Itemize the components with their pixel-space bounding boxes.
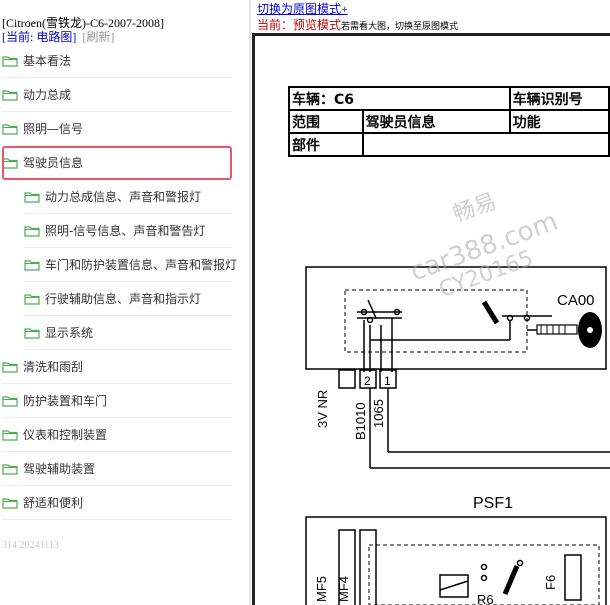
panel-divider[interactable]: [249, 0, 251, 605]
tree-node[interactable]: 动力总成: [2, 78, 232, 112]
folder-icon: [24, 191, 40, 203]
b1010-label: B1010: [353, 402, 368, 440]
tree-node[interactable]: 车门和防护装置信息、声音和警报灯: [24, 248, 237, 282]
fuse-f6: [564, 554, 582, 601]
folder-icon: [2, 157, 18, 169]
folder-icon: [2, 55, 18, 67]
tree-node[interactable]: 仪表和控制装置: [2, 418, 232, 452]
tree-node-label: 车门和防护装置信息、声音和警报灯: [45, 258, 238, 272]
tree-node[interactable]: 动力总成信息、声音和警报灯: [24, 180, 232, 214]
mf4-label: MF4: [336, 576, 351, 602]
tree-node[interactable]: 行驶辅助信息、声音和指示灯: [24, 282, 232, 316]
tree-panel: [Citroen(雪铁龙)-C6-2007-2008] [当前: 电路图] [刷新…: [0, 0, 249, 605]
document-viewer: 切换为原图模式+ 当前：预览模式若需看大图，切换至原图模式 车辆：C6 车辆识别…: [252, 0, 610, 605]
r6-label: R6: [477, 592, 494, 605]
connector-3v: [338, 369, 356, 389]
folder-icon: [2, 395, 18, 407]
folder-icon: [2, 89, 18, 101]
tree-node[interactable]: 照明—信号: [2, 112, 232, 146]
tree-node-label: 照明—信号: [23, 122, 84, 136]
folder-icon: [2, 361, 18, 373]
tree-node[interactable]: 显示系统: [24, 316, 232, 350]
current-view: [当前: 电路图] [刷新]: [2, 30, 114, 45]
vehicle-title: [Citroen(雪铁龙)-C6-2007-2008]: [2, 16, 164, 30]
module-box-upper: [305, 266, 607, 370]
folder-icon: [24, 259, 40, 271]
tree-node[interactable]: 驾驶辅助装置: [2, 452, 232, 486]
mf5-label: MF5: [314, 576, 329, 602]
switch1-pin-c: [366, 316, 374, 324]
pin1-label: 1: [384, 374, 391, 388]
folder-icon: [2, 429, 18, 441]
tree-node-label: 防护装置和车门: [23, 394, 108, 408]
folder-icon: [2, 123, 18, 135]
folder-icon: [2, 463, 18, 475]
fuse-mf4: [359, 529, 377, 605]
tree-node-label: 清洗和雨刮: [23, 360, 84, 374]
relay-pin-a: [480, 563, 488, 571]
relay-pin-b: [480, 574, 488, 582]
tree-node-label: 基本看法: [23, 54, 72, 68]
current-label: [当前: 电路图]: [2, 30, 77, 44]
tree-node-label: 照明-信号信息、声音和警告灯: [45, 224, 206, 238]
tree-node[interactable]: 照明-信号信息、声音和警告灯: [24, 214, 232, 248]
version-footer: 314.20241113: [2, 540, 59, 551]
relay-pin-c: [516, 559, 524, 567]
tree-node-label: 行驶辅助信息、声音和指示灯: [45, 292, 202, 306]
folder-icon: [24, 327, 40, 339]
tree-node[interactable]: 驾驶员信息: [2, 146, 232, 180]
folder-icon: [24, 293, 40, 305]
relay-contact: [502, 565, 520, 595]
wiring-diagram: CA00 2 1 3V NR B1010 1065 PSF1 MF5 MF4 R…: [305, 266, 610, 605]
1065-label: 1065: [371, 399, 386, 428]
switch1-lever: [367, 299, 377, 319]
3v-nr-label: 3V NR: [315, 390, 330, 428]
tree-node-label: 仪表和控制装置: [23, 428, 108, 442]
tree-node-label: 驾驶辅助装置: [23, 462, 96, 476]
tree-node-label: 驾驶员信息: [23, 156, 84, 170]
f6-label: F6: [543, 575, 558, 590]
ca00-label: CA00: [557, 292, 595, 309]
tree-node[interactable]: 防护装置和车门: [2, 384, 232, 418]
switch2-lever: [481, 300, 500, 325]
refresh-link[interactable]: [刷新]: [82, 30, 114, 44]
switch2-pin-a: [506, 314, 514, 322]
psf1-label: PSF1: [473, 495, 513, 512]
tree-node[interactable]: 清洗和雨刮: [2, 350, 232, 384]
tree-node-label: 舒适和便利: [23, 496, 84, 510]
tree-node-label: 动力总成信息、声音和警报灯: [45, 190, 202, 204]
tree-node-label: 动力总成: [23, 88, 72, 102]
folder-icon: [24, 225, 40, 237]
tree-node[interactable]: 舒适和便利: [2, 486, 232, 520]
tree-node-label: 显示系统: [45, 326, 94, 340]
tree-node[interactable]: 基本看法: [2, 44, 232, 78]
folder-icon: [2, 497, 18, 509]
ignition-key-icon: [536, 312, 602, 348]
relay-coil-diag: [439, 580, 469, 591]
pin2-label: 2: [364, 374, 371, 388]
